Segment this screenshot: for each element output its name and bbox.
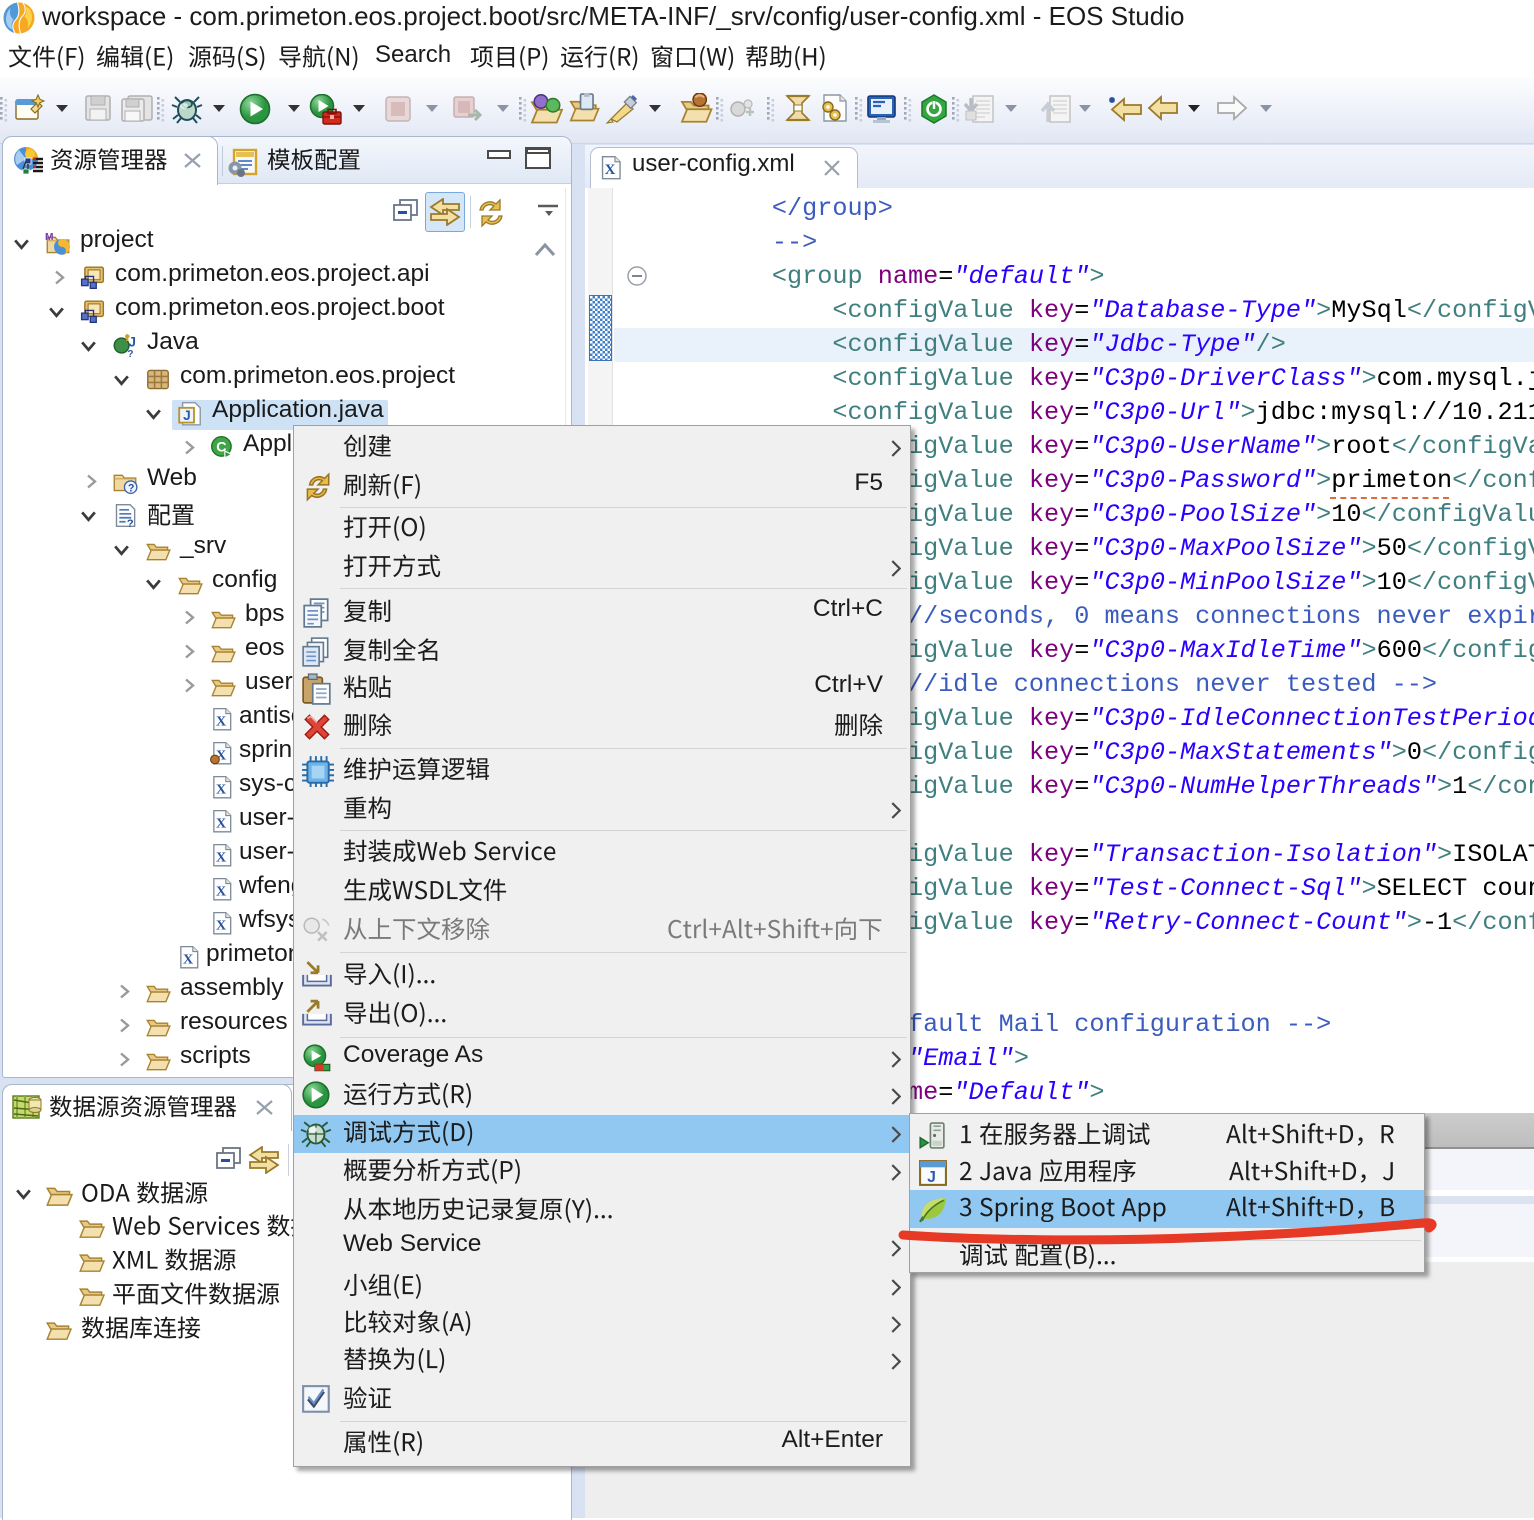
svg-text:X: X (216, 781, 227, 797)
svg-text:?: ? (128, 483, 135, 494)
svg-text:?: ? (127, 518, 134, 528)
svg-text:X: X (216, 883, 227, 899)
svg-text:J: J (128, 335, 136, 350)
svg-text:X: X (216, 849, 227, 865)
svg-text:J: J (927, 1169, 936, 1186)
svg-text:X: X (183, 951, 194, 967)
svg-text:J: J (183, 408, 191, 423)
svg-text:X: X (605, 162, 616, 178)
svg-text:X: X (216, 815, 227, 831)
svg-text:?: ? (127, 349, 133, 358)
svg-text:X: X (216, 917, 227, 933)
svg-text:M: M (45, 232, 53, 243)
svg-text:X: X (216, 713, 227, 729)
